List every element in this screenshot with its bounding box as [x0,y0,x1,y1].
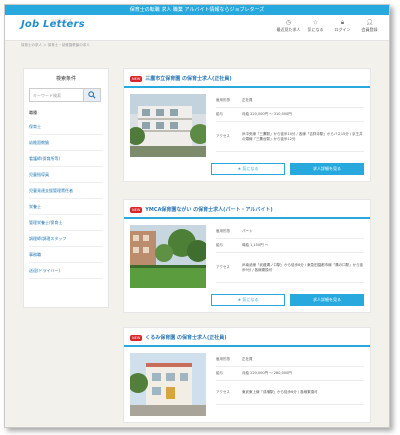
section-title: 職種 [29,110,37,115]
detail-button[interactable]: 求人詳細を見る [290,163,364,175]
info-row: 雇用形態 正社員 [216,94,364,108]
lock-icon: 🔒︎ [340,19,345,26]
new-badge: NEW [130,206,143,213]
info-row: 給与 月給 220,000円 ～ 310,000円 [216,108,364,122]
job-title-link[interactable]: YMCA保育園ながい の保育士求人(パート・アルバイト) [145,206,272,213]
browser-frame: 保育士の転職 求人 職業 アルバイト情報ならジョブレターズ Job Letter… [4,4,390,428]
new-badge: NEW [130,75,143,82]
sidebar-item[interactable]: 事務職 [29,247,103,263]
logo-subtitle: ジョブレターズ [51,18,72,22]
job-card: NEW くるみ保育園 の保育士求人(正社員) 雇用形態 正社員 給与 月給 22… [123,327,371,423]
job-title-link[interactable]: くるみ保育園 の保育士求人(正社員) [145,334,226,341]
search-input[interactable]: キーワード検索 [29,88,84,102]
row-label: アクセス [216,390,230,394]
row-label: 給与 [216,112,223,116]
nav-label: 最近見た求人 [276,27,301,32]
nav-label: ログイン [334,27,351,32]
info-row: 雇用形態 正社員 [216,353,364,367]
row-value: 正社員 [242,357,253,361]
row-label: 雇用形態 [216,229,230,233]
nav-login[interactable]: 🔒︎ ログイン [329,19,356,33]
facility-photo [130,225,206,288]
info-row: 給与 時給 1,150円 ～ [216,239,364,253]
row-label: 雇用形態 [216,357,230,361]
info-row: アクセス JR南武線「武蔵溝ノ口駅」から徒歩8分 / 東急田園都市線「溝の口駅」… [216,253,364,283]
info-row: 雇用形態 パート [216,225,364,239]
sidebar-item[interactable]: 送迎(ドライバー) [29,263,103,279]
sidebar-item[interactable]: 調理師/調理スタッフ [29,231,103,247]
job-card: NEW 三鷹市立保育園 の保育士求人(正社員) 雇用形態 正社員 給与 月給 2… [123,68,371,182]
row-value: JR中央線「三鷹駅」から徒歩10分 / 各線「吉祥寺駅」からバス15分 / 京王… [242,131,363,141]
sidebar-item[interactable]: 栄養士 [29,199,103,215]
breadcrumb[interactable]: 保育士の求人 ＞ 保育士・幼稚園教諭の求人 [5,41,389,49]
card-actions: ★ 気になる 求人詳細を見る [124,163,370,181]
row-label: 雇用形態 [216,98,230,102]
facility-photo [130,94,206,157]
job-info-table: 雇用形態 正社員 給与 月給 220,000円 ～ 310,000円 アクセス … [216,94,364,157]
sidebar-title: 検索条件 [55,76,76,82]
info-row: 給与 月給 220,000円 ～ 280,000円 [216,367,364,381]
nav-label: 気になる [307,27,324,32]
job-card-body: 雇用形態 正社員 給与 月給 220,000円 ～ 280,000円 アクセス … [124,347,370,422]
search-button[interactable] [84,88,101,102]
favorite-button[interactable]: ★ 気になる [211,294,285,306]
job-card: NEW YMCA保育園ながい の保育士求人(パート・アルバイト) 雇用形態 パー… [123,199,371,313]
sidebar-item[interactable]: 看護師(保育所等) [29,151,103,167]
job-title-link[interactable]: 三鷹市立保育園 の保育士求人(正社員) [145,75,231,82]
job-card-body: 雇用形態 正社員 給与 月給 220,000円 ～ 310,000円 アクセス … [124,88,370,163]
top-banner: 保育士の転職 求人 職業 アルバイト情報ならジョブレターズ [5,5,389,15]
sidebar-item[interactable]: 保育士 [29,119,103,135]
job-card-title[interactable]: NEW YMCA保育園ながい の保育士求人(パート・アルバイト) [124,200,370,219]
sidebar-item[interactable]: 児童発達支援管理責任者 [29,183,103,199]
nav-label: 会員登録 [361,27,378,32]
info-row: アクセス JR中央線「三鷹駅」から徒歩10分 / 各線「吉祥寺駅」からバス15分… [216,122,364,152]
job-card-body: 雇用形態 パート 給与 時給 1,150円 ～ アクセス JR南武線「武蔵溝ノ口… [124,219,370,294]
new-badge: NEW [130,334,143,341]
row-label: 給与 [216,243,223,247]
nav-recently-viewed[interactable]: ◷ 最近見た求人 [275,19,302,33]
row-value: 正社員 [242,98,253,102]
info-row: アクセス 東武東上線「成増駅」から徒歩6分 / 各線乗換可 [216,381,364,405]
site-header: Job Letters ジョブレターズ ◷ 最近見た求人 ☆ 気になる 🔒︎ ロ… [5,15,389,41]
row-value: 時給 1,150円 ～ [242,243,269,247]
job-info-table: 雇用形態 正社員 給与 月給 220,000円 ～ 280,000円 アクセス … [216,353,364,416]
row-label: アクセス [216,134,230,138]
row-value: JR南武線「武蔵溝ノ口駅」から徒歩8分 / 東急田園都市線「溝の口駅」から徒歩9… [242,262,364,272]
search-sidebar: 検索条件 キーワード検索 職種 保育士 幼稚園教諭 看護師(保育所等) 児童指導… [23,68,109,308]
row-value: 月給 220,000円 ～ 310,000円 [242,112,292,116]
detail-button[interactable]: 求人詳細を見る [290,294,364,306]
search-icon [88,91,96,99]
job-info-table: 雇用形態 パート 給与 時給 1,150円 ～ アクセス JR南武線「武蔵溝ノ口… [216,225,364,288]
sidebar-item[interactable]: 管理栄養士/保育士 [29,215,103,231]
job-card-title[interactable]: NEW 三鷹市立保育園 の保育士求人(正社員) [124,69,370,88]
row-value: 東武東上線「成増駅」から徒歩6分 / 各線乗換可 [242,390,318,394]
favorite-button[interactable]: ★ 気になる [211,163,285,175]
sidebar-item[interactable]: 幼稚園教諭 [29,135,103,151]
row-value: 月給 220,000円 ～ 280,000円 [242,371,292,375]
clock-icon: ◷ [285,19,292,26]
card-actions: ★ 気になる 求人詳細を見る [124,294,370,312]
header-nav: ◷ 最近見た求人 ☆ 気になる 🔒︎ ログイン 👤︎ 会員登録 [275,19,383,33]
row-label: 給与 [216,371,223,375]
keyword-search: キーワード検索 [29,88,103,102]
nav-favorites[interactable]: ☆ 気になる [302,19,329,33]
star-icon: ☆ [312,19,319,26]
row-label: アクセス [216,265,230,269]
row-value: パート [242,229,253,233]
person-icon: 👤︎ [365,19,374,26]
job-card-title[interactable]: NEW くるみ保育園 の保育士求人(正社員) [124,328,370,347]
sidebar-item[interactable]: 児童指導員 [29,167,103,183]
nav-register[interactable]: 👤︎ 会員登録 [356,19,383,33]
facility-photo [130,353,206,416]
